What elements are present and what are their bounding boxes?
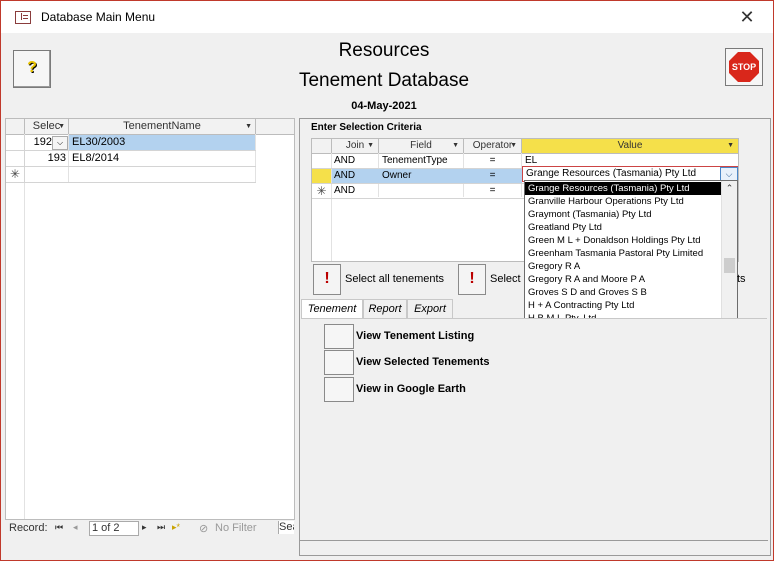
- tab-tenement[interactable]: Tenement: [301, 299, 363, 319]
- column-dropdown-icon: ▼: [245, 123, 252, 130]
- prev-record-icon[interactable]: ◂: [73, 522, 78, 533]
- column-dropdown-icon: ▼: [510, 142, 517, 149]
- first-record-icon[interactable]: ⏮: [55, 522, 63, 533]
- dropdown-option[interactable]: Gregory R A and Moore P A: [525, 273, 724, 286]
- column-dropdown-icon: ▼: [727, 142, 734, 149]
- table-row[interactable]: 193 EL8/2014: [6, 151, 256, 167]
- dropdown-option[interactable]: Green M L + Donaldson Holdings Pty Ltd: [525, 234, 724, 247]
- tenement-datasheet: Selec ▼ TenementName ▼ 192 ⌵ EL30/2003 193…: [5, 118, 295, 520]
- filter-icon: ⊘: [199, 523, 209, 535]
- criteria-header: Join ▼ Field ▼ Operator ▼ Value ▼: [312, 139, 738, 154]
- view-selected-tenements-label: View Selected Tenements: [356, 356, 490, 368]
- column-header-value[interactable]: Value ▼: [522, 139, 738, 153]
- tab-panel-tenement: [301, 318, 767, 541]
- datasheet-header: Selec ▼ TenementName ▼: [6, 119, 294, 135]
- operator-cell[interactable]: =: [464, 169, 521, 183]
- field-cell[interactable]: [382, 184, 462, 198]
- heading-tenement-database: Tenement Database: [298, 70, 470, 91]
- app-icon: [15, 11, 31, 24]
- record-navigation: Record: ⏮ ◂ 1 of 2 ▸ ⏭ ▸* ⊘ No Filter Se…: [5, 519, 294, 536]
- title-bar: Database Main Menu ✕: [1, 1, 773, 33]
- column-header-tenementname[interactable]: TenementName ▼: [69, 119, 256, 134]
- button-label-tail: ts: [737, 273, 746, 285]
- select-all-corner[interactable]: [6, 119, 25, 134]
- join-cell[interactable]: AND: [334, 154, 378, 168]
- scroll-up-icon[interactable]: ⌃: [722, 181, 737, 195]
- dropdown-option[interactable]: H + A Contracting Pty Ltd: [525, 299, 724, 312]
- dropdown-option[interactable]: Groves S D and Groves S B: [525, 286, 724, 299]
- tenementname-cell[interactable]: EL30/2003: [69, 135, 255, 150]
- dropdown-option[interactable]: Granville Harbour Operations Pty Ltd: [525, 195, 724, 208]
- new-record-icon: ✳: [316, 184, 327, 198]
- exclamation-icon: !: [313, 264, 341, 295]
- search-input[interactable]: Sea: [278, 521, 294, 534]
- view-tenement-listing-button[interactable]: [324, 324, 354, 349]
- window-title: Database Main Menu: [41, 10, 156, 24]
- select-label: Select: [490, 273, 521, 285]
- tenementname-cell[interactable]: EL8/2014: [69, 151, 255, 166]
- dropdown-option[interactable]: Gregory R A: [525, 260, 724, 273]
- next-record-icon[interactable]: ▸: [142, 522, 147, 533]
- view-google-earth-label: View in Google Earth: [356, 383, 466, 395]
- operator-cell[interactable]: =: [464, 184, 521, 198]
- chevron-down-icon[interactable]: ⌵: [52, 136, 68, 150]
- column-dropdown-icon: ▼: [452, 142, 459, 149]
- operator-cell[interactable]: =: [464, 154, 521, 168]
- tab-report[interactable]: Report: [363, 299, 407, 318]
- row-selector[interactable]: [6, 151, 25, 166]
- column-dropdown-icon: ▼: [367, 142, 374, 149]
- column-dropdown-icon: ▼: [58, 123, 65, 130]
- field-cell[interactable]: Owner: [382, 169, 462, 183]
- header-area: ? Resources Tenement Database 04-May-202…: [5, 34, 771, 118]
- criteria-corner[interactable]: [312, 139, 332, 153]
- record-label: Record:: [9, 522, 48, 534]
- scroll-thumb[interactable]: [724, 258, 735, 273]
- tab-strip: Tenement Report Export: [301, 299, 453, 319]
- exclamation-icon: !: [458, 264, 486, 295]
- row-selector-active[interactable]: [312, 169, 331, 183]
- join-cell[interactable]: AND: [334, 169, 378, 183]
- heading-resources: Resources: [338, 40, 430, 61]
- stop-icon: STOP: [729, 52, 759, 82]
- column-header-join[interactable]: Join ▼: [332, 139, 379, 153]
- panel-divider: [300, 540, 768, 541]
- view-tenement-listing-label: View Tenement Listing: [356, 330, 475, 342]
- new-record-icon: ✳: [6, 167, 25, 182]
- join-cell[interactable]: AND: [334, 184, 378, 198]
- view-google-earth-button[interactable]: [324, 377, 354, 402]
- close-button[interactable]: ✕: [731, 5, 763, 29]
- column-header-field[interactable]: Field ▼: [379, 139, 464, 153]
- view-selected-tenements-button[interactable]: [324, 350, 354, 375]
- select-all-tenements-button[interactable]: ! Select all tenements: [313, 264, 447, 295]
- date-label: 04-May-2021: [351, 100, 417, 112]
- tab-export[interactable]: Export: [407, 299, 453, 318]
- dropdown-option[interactable]: Grange Resources (Tasmania) Pty Ltd: [525, 182, 724, 195]
- row-selector[interactable]: [6, 135, 25, 150]
- field-cell[interactable]: TenementType: [382, 154, 462, 168]
- last-record-icon[interactable]: ⏭: [157, 522, 165, 533]
- new-record-row[interactable]: ✳: [6, 167, 256, 183]
- table-row[interactable]: 192 ⌵ EL30/2003: [6, 135, 256, 151]
- dropdown-option[interactable]: Greatland Pty Ltd: [525, 221, 724, 234]
- criteria-label: Enter Selection Criteria: [311, 122, 422, 133]
- dropdown-option[interactable]: Graymont (Tasmania) Pty Ltd: [525, 208, 724, 221]
- stop-button[interactable]: STOP: [725, 48, 763, 86]
- select-button[interactable]: ! Select: [458, 264, 528, 295]
- column-header-selec[interactable]: Selec ▼: [25, 119, 69, 134]
- combobox-value: Grange Resources (Tasmania) Pty Ltd: [526, 168, 697, 179]
- select-all-label: Select all tenements: [345, 273, 445, 285]
- selec-cell[interactable]: 193: [25, 151, 68, 166]
- new-record-nav-icon[interactable]: ▸*: [172, 522, 180, 533]
- current-record-input[interactable]: 1 of 2: [89, 521, 139, 536]
- no-filter-label[interactable]: No Filter: [215, 522, 257, 534]
- column-header-operator[interactable]: Operator ▼: [464, 139, 522, 153]
- dropdown-option[interactable]: Greenham Tasmania Pastoral Pty Limited: [525, 247, 724, 260]
